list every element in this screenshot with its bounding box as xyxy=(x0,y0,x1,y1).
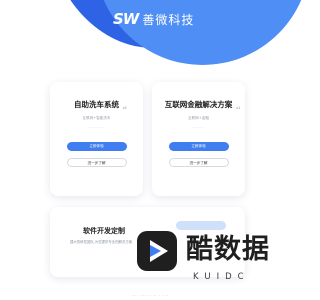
card-title: 互联网金融解决方案 v1 xyxy=(164,100,241,110)
card-subtitle: 互联网+金融 xyxy=(188,116,209,120)
watermark-subtext: KUIDC xyxy=(193,272,250,282)
learn-more-button[interactable]: 进一步了解 xyxy=(66,158,127,167)
watermark-text: 酷数据 xyxy=(186,234,270,265)
product-card-car-wash: 自助洗车系统 v1 互联网+智能洗车 ·· ·· ·· ·· ·· 立即体验 进… xyxy=(50,82,143,196)
card-subtitle: 互联网+智能洗车 xyxy=(82,116,111,120)
footer-links[interactable]: ···· · ···· ·· ···· ·· ····· xyxy=(0,294,300,298)
card-title: 自助洗车系统 v1 xyxy=(74,100,127,110)
version-badge: v1 xyxy=(235,106,241,110)
product-card-fintech: 互联网金融解决方案 v1 互联网+金融 ·· ·· ·· ·· 立即体验 进一步… xyxy=(152,82,245,196)
card-tagline: ·· ·· ·· ·· xyxy=(192,126,205,130)
try-now-button[interactable]: 立即体验 xyxy=(66,142,127,151)
watermark-overlay: 酷数据 KUIDC xyxy=(135,225,295,293)
brand-name: 善微科技 xyxy=(142,12,195,27)
custom-dev-description: 建大的研发团队,为您提供专业的解决方案 xyxy=(70,240,133,244)
custom-dev-title: 软件开发定制 xyxy=(83,227,125,235)
brand-logo[interactable]: SW 善微科技 xyxy=(113,10,194,28)
play-logo-icon xyxy=(137,231,177,271)
logo-mark: SW xyxy=(113,10,139,28)
try-now-button[interactable]: 立即体验 xyxy=(168,142,229,151)
version-badge: v1 xyxy=(122,106,127,110)
learn-more-button[interactable]: 进一步了解 xyxy=(168,158,229,167)
card-tagline: ·· ·· ·· ·· ·· xyxy=(89,126,104,130)
